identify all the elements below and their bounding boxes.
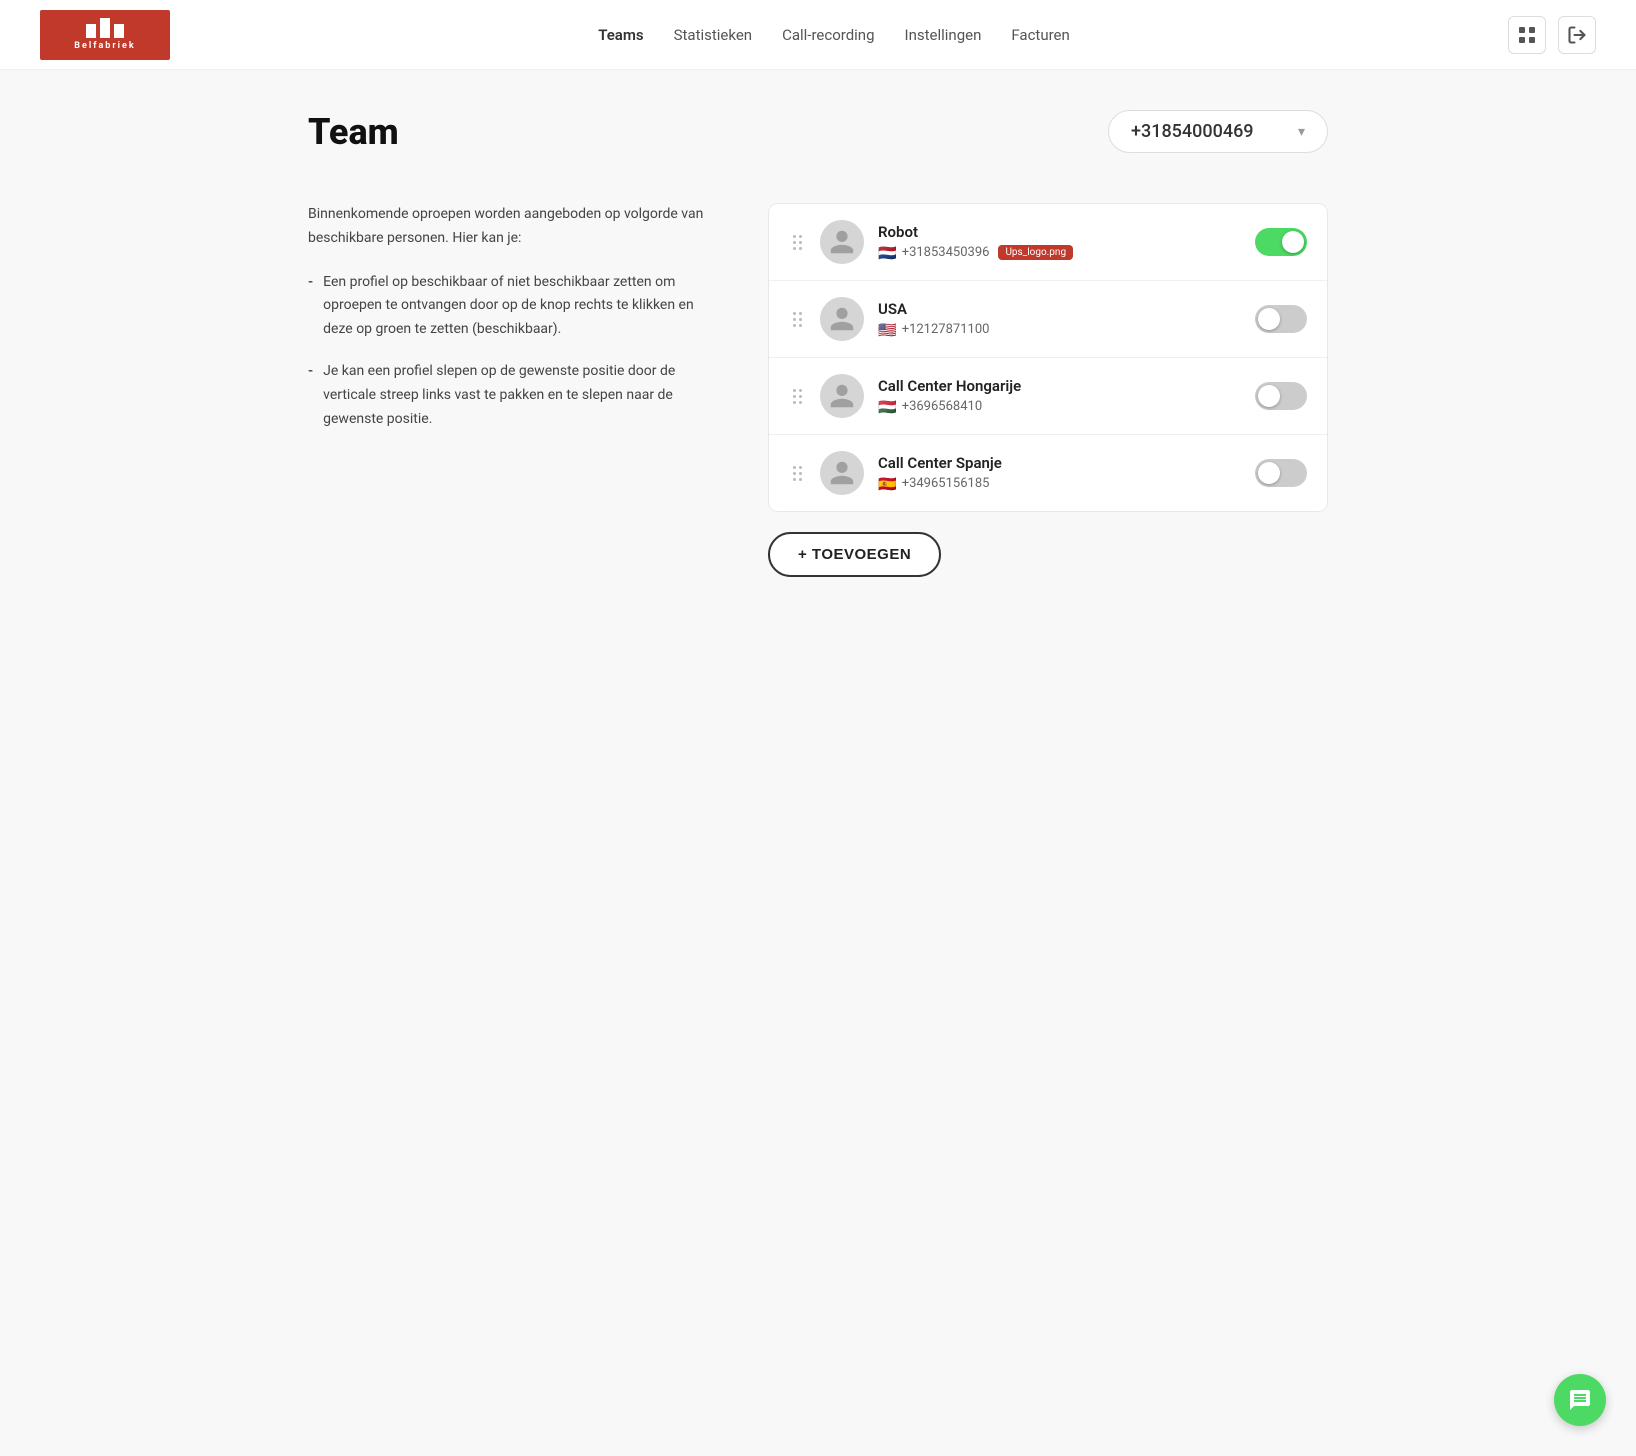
team-item: Robot 🇳🇱 +31853450396 Ups_logo.png <box>769 204 1327 281</box>
main-layout: Binnenkomende oproepen worden aangeboden… <box>308 203 1328 577</box>
chevron-down-icon: ▾ <box>1298 124 1305 140</box>
toggle-thumb <box>1282 231 1304 253</box>
phone-selector[interactable]: +31854000469 ▾ <box>1108 110 1328 153</box>
logo: Belfabriek <box>40 10 170 60</box>
team-phone: 🇪🇸 +34965156185 <box>878 475 1241 493</box>
team-item: Call Center Hongarije 🇭🇺 +3696568410 <box>769 358 1327 435</box>
drag-handle[interactable] <box>789 310 806 329</box>
main-nav: Teams Statistieken Call-recording Instellin… <box>598 26 1070 44</box>
bullet-dash: - <box>308 271 313 295</box>
nav-item-statistieken[interactable]: Statistieken <box>674 26 752 44</box>
header: Belfabriek Teams Statistieken Call-recordi… <box>0 0 1636 70</box>
drag-handle[interactable] <box>789 387 806 406</box>
header-icons <box>1508 16 1596 54</box>
right-panel: Robot 🇳🇱 +31853450396 Ups_logo.png <box>768 203 1328 577</box>
page-title: Team <box>308 111 399 153</box>
availability-toggle[interactable] <box>1255 305 1307 333</box>
left-panel: Binnenkomende oproepen worden aangeboden… <box>308 203 708 449</box>
logout-icon-button[interactable] <box>1558 16 1596 54</box>
flag-icon: 🇭🇺 <box>878 398 897 416</box>
upload-badge: Ups_logo.png <box>998 245 1073 260</box>
avatar <box>820 374 864 418</box>
logo-text: Belfabriek <box>74 41 135 51</box>
availability-toggle[interactable] <box>1255 228 1307 256</box>
logo-area: Belfabriek <box>40 10 170 60</box>
toggle-thumb <box>1258 462 1280 484</box>
toggle-track <box>1255 459 1307 487</box>
team-name: USA <box>878 300 1241 318</box>
intro-text: Binnenkomende oproepen worden aangeboden… <box>308 203 708 251</box>
chat-fab-button[interactable] <box>1554 1374 1606 1426</box>
team-item: USA 🇺🇸 +12127871100 <box>769 281 1327 358</box>
flag-icon: 🇪🇸 <box>878 475 897 493</box>
add-button[interactable]: + TOEVOEGEN <box>768 532 941 577</box>
avatar <box>820 451 864 495</box>
toggle-thumb <box>1258 308 1280 330</box>
toggle-track <box>1255 228 1307 256</box>
availability-toggle[interactable] <box>1255 459 1307 487</box>
team-info: Robot 🇳🇱 +31853450396 Ups_logo.png <box>878 223 1241 262</box>
bullet-item: - Je kan een profiel slepen op de gewens… <box>308 360 708 431</box>
drag-handle[interactable] <box>789 464 806 483</box>
flag-icon: 🇺🇸 <box>878 321 897 339</box>
availability-toggle[interactable] <box>1255 382 1307 410</box>
page-content: Team +31854000469 ▾ Binnenkomende oproep… <box>268 70 1368 617</box>
bullet-item: - Een profiel op beschikbaar of niet bes… <box>308 271 708 342</box>
team-item: Call Center Spanje 🇪🇸 +34965156185 <box>769 435 1327 511</box>
team-info: Call Center Hongarije 🇭🇺 +3696568410 <box>878 377 1241 416</box>
grid-icon-button[interactable] <box>1508 16 1546 54</box>
nav-item-instellingen[interactable]: Instellingen <box>905 26 982 44</box>
team-info: Call Center Spanje 🇪🇸 +34965156185 <box>878 454 1241 493</box>
nav-item-teams[interactable]: Teams <box>598 26 643 44</box>
nav-item-call-recording[interactable]: Call-recording <box>782 26 874 44</box>
team-phone: 🇳🇱 +31853450396 Ups_logo.png <box>878 244 1241 262</box>
team-name: Call Center Hongarije <box>878 377 1241 395</box>
bullet-list: - Een profiel op beschikbaar of niet bes… <box>308 271 708 432</box>
flag-icon: 🇳🇱 <box>878 244 897 262</box>
nav-item-facturen[interactable]: Facturen <box>1011 26 1069 44</box>
avatar <box>820 297 864 341</box>
toggle-track <box>1255 382 1307 410</box>
team-phone: 🇭🇺 +3696568410 <box>878 398 1241 416</box>
toggle-track <box>1255 305 1307 333</box>
phone-number: +31853450396 <box>902 245 990 260</box>
bullet-text: Een profiel op beschikbaar of niet besch… <box>323 271 708 342</box>
team-info: USA 🇺🇸 +12127871100 <box>878 300 1241 339</box>
toggle-thumb <box>1258 385 1280 407</box>
team-name: Call Center Spanje <box>878 454 1241 472</box>
phone-number: +34965156185 <box>902 476 990 491</box>
selected-phone: +31854000469 <box>1131 121 1254 142</box>
team-phone: 🇺🇸 +12127871100 <box>878 321 1241 339</box>
bullet-text: Je kan een profiel slepen op de gewenste… <box>323 360 708 431</box>
avatar <box>820 220 864 264</box>
phone-number: +3696568410 <box>902 399 982 414</box>
bullet-dash: - <box>308 360 313 384</box>
team-list: Robot 🇳🇱 +31853450396 Ups_logo.png <box>768 203 1328 512</box>
phone-number: +12127871100 <box>902 322 990 337</box>
team-name: Robot <box>878 223 1241 241</box>
page-header: Team +31854000469 ▾ <box>308 110 1328 153</box>
drag-handle[interactable] <box>789 233 806 252</box>
